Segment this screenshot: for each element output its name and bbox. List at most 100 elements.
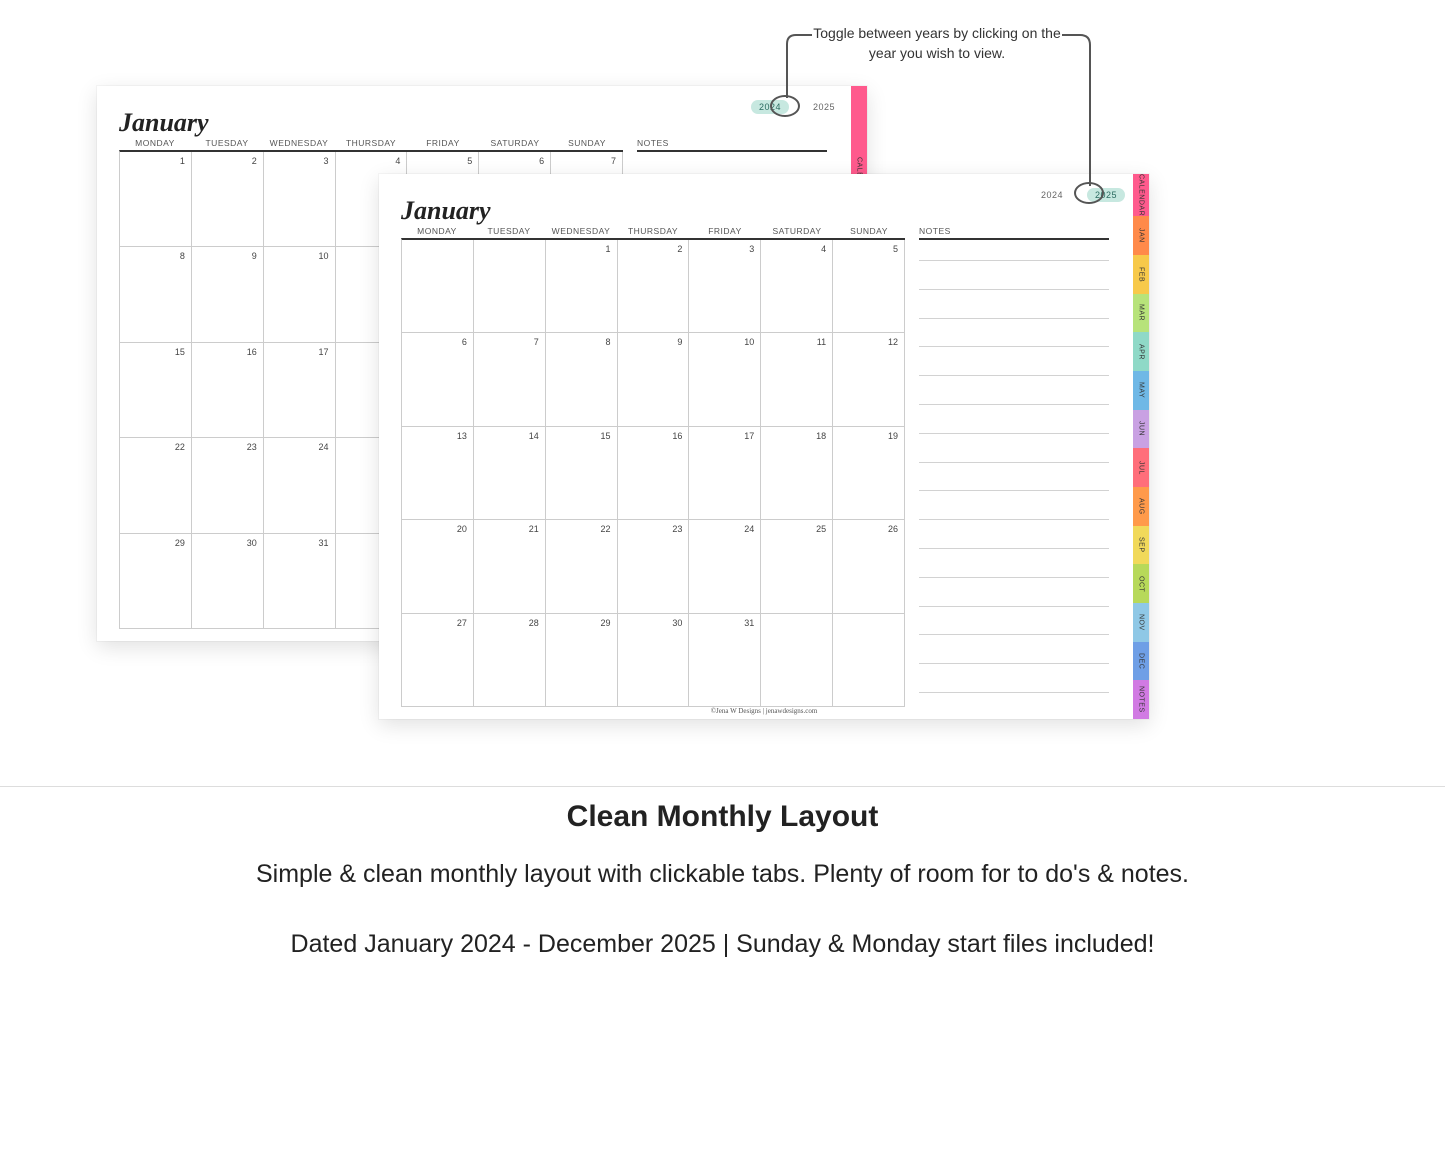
calendar-cell[interactable]: 25 [761,520,833,613]
day-header: TUESDAY [191,134,263,150]
note-line [919,346,1109,347]
day-number: 29 [601,618,611,628]
calendar-cell[interactable]: 18 [761,427,833,520]
calendar-cell[interactable]: 17 [264,343,336,438]
day-number: 10 [744,337,754,347]
day-number: 7 [611,156,616,166]
calendar-cell[interactable]: 1 [120,152,192,247]
calendar-cell[interactable]: 14 [474,427,546,520]
callout-text: Toggle between years by clicking on the … [812,24,1062,63]
day-number: 20 [457,524,467,534]
day-number: 22 [175,442,185,452]
notes-heading: NOTES [919,222,1109,240]
calendar-cell[interactable]: 4 [761,240,833,333]
calendar-cell[interactable]: 24 [264,438,336,533]
calendar-cell[interactable]: 17 [689,427,761,520]
calendar-cell[interactable]: 13 [402,427,474,520]
calendar-cell[interactable]: 15 [120,343,192,438]
year-2025-button[interactable]: 2025 [805,100,843,114]
tab-jul[interactable]: JUL [1133,448,1149,487]
calendar-cell[interactable] [833,614,905,707]
day-number: 30 [672,618,682,628]
day-number: 29 [175,538,185,548]
calendar-cell[interactable]: 12 [833,333,905,426]
calendar-cell[interactable]: 29 [120,534,192,629]
calendar-cell[interactable]: 11 [761,333,833,426]
tab-mar[interactable]: MAR [1133,294,1149,333]
calendar-cell[interactable]: 27 [402,614,474,707]
calendar-cell[interactable]: 31 [689,614,761,707]
calendar-cell[interactable]: 9 [192,247,264,342]
day-header: THURSDAY [617,222,689,238]
tab-sep[interactable]: SEP [1133,526,1149,565]
calendar-cell[interactable]: 1 [546,240,618,333]
calendar-cell[interactable]: 2 [618,240,690,333]
day-number: 21 [529,524,539,534]
day-number: 26 [888,524,898,534]
calendar-cell[interactable]: 20 [402,520,474,613]
tab-jun[interactable]: JUN [1133,410,1149,449]
promo-block: Clean Monthly Layout Simple & clean mont… [0,800,1445,994]
calendar-cell[interactable]: 7 [474,333,546,426]
day-header: SUNDAY [833,222,905,238]
calendar-cell[interactable]: 16 [618,427,690,520]
calendar-cell[interactable]: 19 [833,427,905,520]
calendar-cell[interactable] [474,240,546,333]
calendar-cell[interactable]: 2 [192,152,264,247]
calendar-cell[interactable]: 10 [689,333,761,426]
year-2025-button[interactable]: 2025 [1087,188,1125,202]
calendar-cell[interactable]: 5 [833,240,905,333]
notes-lines [919,240,1109,707]
calendar-cell[interactable]: 8 [546,333,618,426]
tab-feb[interactable]: FEB [1133,255,1149,294]
calendar-cell[interactable]: 6 [402,333,474,426]
day-number: 24 [744,524,754,534]
day-number: 27 [457,618,467,628]
calendar-cell[interactable]: 28 [474,614,546,707]
calendar-cell[interactable]: 30 [618,614,690,707]
year-2024-button[interactable]: 2024 [751,100,789,114]
day-header: MONDAY [119,134,191,150]
calendar-cell[interactable]: 31 [264,534,336,629]
day-number: 23 [247,442,257,452]
day-number: 8 [180,251,185,261]
year-2024-button[interactable]: 2024 [1033,188,1071,202]
day-number: 23 [672,524,682,534]
day-number: 31 [319,538,329,548]
calendar-cell[interactable]: 29 [546,614,618,707]
note-line [919,692,1109,693]
calendar-cell[interactable]: 10 [264,247,336,342]
calendar-cell[interactable]: 26 [833,520,905,613]
tab-nov[interactable]: NOV [1133,603,1149,642]
tab-aug[interactable]: AUG [1133,487,1149,526]
calendar-cell[interactable]: 23 [192,438,264,533]
calendar-cell[interactable]: 8 [120,247,192,342]
tab-apr[interactable]: APR [1133,332,1149,371]
promo-line: Dated January 2024 - December 2025 | Sun… [60,924,1385,964]
tab-jan[interactable]: JAN [1133,216,1149,255]
calendar-cell[interactable]: 24 [689,520,761,613]
calendar-cell[interactable]: 23 [618,520,690,613]
note-line [919,318,1109,319]
calendar-cell[interactable]: 30 [192,534,264,629]
day-number: 14 [529,431,539,441]
calendar-cell[interactable]: 22 [546,520,618,613]
calendar-cell[interactable]: 22 [120,438,192,533]
day-number: 1 [606,244,611,254]
day-number: 30 [247,538,257,548]
calendar-cell[interactable]: 3 [264,152,336,247]
calendar-cell[interactable] [402,240,474,333]
tab-oct[interactable]: OCT [1133,564,1149,603]
calendar-cell[interactable]: 9 [618,333,690,426]
calendar-cell[interactable]: 16 [192,343,264,438]
note-line [919,433,1109,434]
tab-calendar[interactable]: CALENDAR [1133,174,1149,216]
calendar-cell[interactable] [761,614,833,707]
calendar-cell[interactable]: 21 [474,520,546,613]
calendar-cell[interactable]: 3 [689,240,761,333]
tab-may[interactable]: MAY [1133,371,1149,410]
calendar-cell[interactable]: 15 [546,427,618,520]
tab-dec[interactable]: DEC [1133,642,1149,681]
day-number: 17 [744,431,754,441]
note-line [919,663,1109,664]
